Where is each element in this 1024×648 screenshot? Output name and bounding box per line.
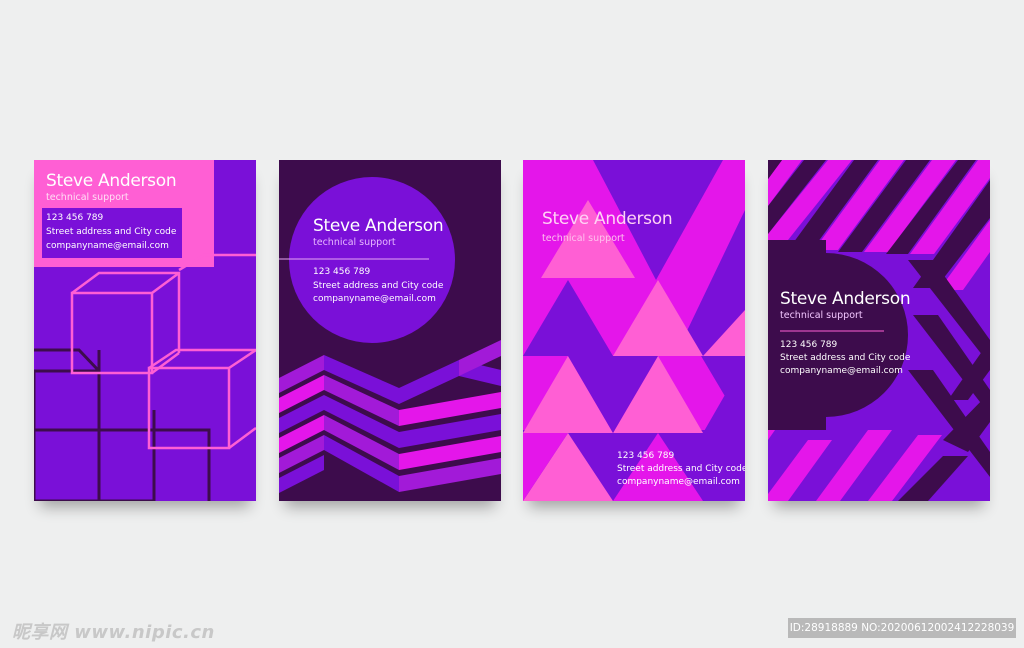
card-email: companyname@email.com (313, 294, 436, 304)
card-job-title: technical support (780, 310, 863, 321)
card-address: Street address and City code (313, 281, 444, 291)
circle-chevron-pattern (279, 160, 501, 501)
business-card-circle: Steve Anderson technical support 123 456… (279, 160, 501, 501)
card-address: Street address and City code (780, 353, 911, 363)
card-name: Steve Anderson (542, 209, 673, 229)
business-card-cubes: Steve Anderson technical support 123 456… (34, 160, 256, 501)
card-phone: 123 456 789 (313, 267, 371, 277)
card-name: Steve Anderson (780, 289, 911, 309)
card-address: Street address and City code (617, 464, 745, 474)
stripes-pattern (768, 160, 990, 501)
business-card-stripes: Steve Anderson technical support 123 456… (768, 160, 990, 501)
card-name: Steve Anderson (46, 171, 177, 191)
watermark-id: ID:28918889 NO:20200612002412228039 (788, 618, 1016, 638)
card-address: Street address and City code (46, 227, 177, 237)
business-card-triangles: Steve Anderson technical support 123 456… (523, 160, 745, 501)
card-email: companyname@email.com (617, 477, 740, 487)
card-job-title: technical support (313, 237, 396, 248)
card-email: companyname@email.com (780, 366, 903, 376)
card-phone: 123 456 789 (780, 340, 838, 350)
card-phone: 123 456 789 (46, 213, 104, 223)
card-email: companyname@email.com (46, 241, 169, 251)
watermark-logo: 昵享网 www.nipic.cn (12, 622, 215, 643)
card-phone: 123 456 789 (617, 451, 675, 461)
card-name: Steve Anderson (313, 216, 444, 236)
card-job-title: technical support (542, 233, 625, 244)
card-job-title: technical support (46, 192, 129, 203)
